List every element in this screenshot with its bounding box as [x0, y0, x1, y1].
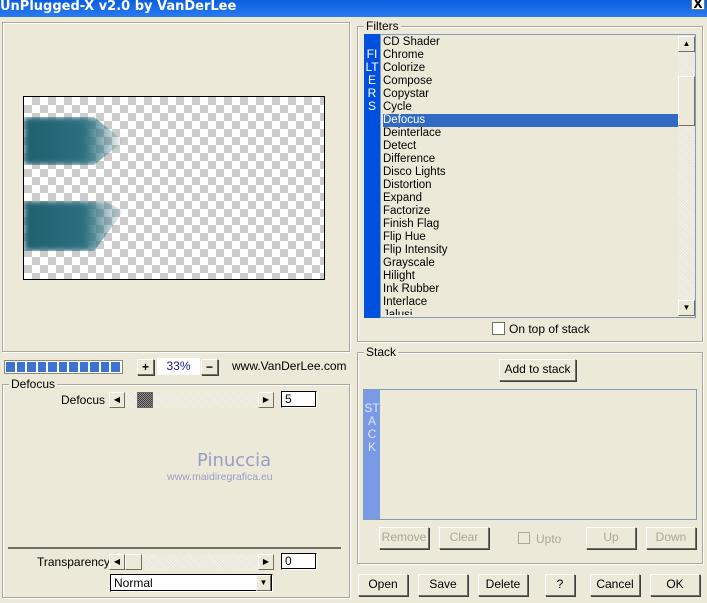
- preview-shape-bottom: [24, 201, 124, 251]
- preview-shape-top: [24, 117, 124, 165]
- zoom-in-button[interactable]: +: [137, 359, 154, 375]
- scroll-thumb[interactable]: [678, 76, 695, 126]
- add-to-stack-button[interactable]: Add to stack: [499, 359, 576, 381]
- defocus-slider-thumb[interactable]: [137, 392, 153, 408]
- defocus-left-arrow[interactable]: ◀: [109, 392, 125, 408]
- help-button[interactable]: ?: [545, 574, 575, 596]
- stack-list[interactable]: STACK: [363, 389, 697, 520]
- filter-item[interactable]: Distortion: [383, 179, 678, 192]
- filter-item[interactable]: Disco Lights: [383, 166, 678, 179]
- open-button[interactable]: Open: [358, 574, 408, 596]
- zoom-out-button[interactable]: −: [201, 359, 218, 375]
- progress-segment: [37, 362, 46, 372]
- transparency-value-input[interactable]: 0: [281, 553, 317, 570]
- filter-item[interactable]: Jalusi: [383, 309, 678, 315]
- filter-item[interactable]: Compose: [383, 75, 678, 88]
- filter-item[interactable]: Colorize: [383, 62, 678, 75]
- remove-button[interactable]: Remove: [379, 527, 429, 549]
- filter-item[interactable]: Finish Flag: [383, 218, 678, 231]
- progress-segment: [6, 362, 15, 372]
- ok-button[interactable]: OK: [650, 574, 700, 596]
- filter-item[interactable]: Cycle: [383, 101, 678, 114]
- progress-segment: [100, 362, 109, 372]
- filter-item[interactable]: Defocus: [383, 114, 678, 127]
- chevron-down-icon[interactable]: ▼: [256, 575, 271, 591]
- filter-item[interactable]: Difference: [383, 153, 678, 166]
- delete-button[interactable]: Delete: [478, 574, 528, 596]
- filter-item[interactable]: Copystar: [383, 88, 678, 101]
- filter-item[interactable]: Ink Rubber: [383, 283, 678, 296]
- progress-bar: [4, 360, 123, 374]
- divider: [8, 547, 341, 549]
- up-button[interactable]: Up: [586, 527, 636, 549]
- preview-image[interactable]: [23, 96, 325, 280]
- transparency-slider-track[interactable]: [125, 554, 258, 570]
- progress-segment: [111, 362, 120, 372]
- stack-side-label: STACK: [364, 390, 380, 519]
- defocus-label: Defocus: [61, 393, 106, 407]
- filter-item[interactable]: CD Shader: [383, 36, 678, 49]
- filter-item[interactable]: Hilight: [383, 270, 678, 283]
- transparency-left-arrow[interactable]: ◀: [109, 554, 125, 570]
- window-title: UnPlugged-X v2.0 by VanDerLee: [0, 0, 237, 14]
- zoom-level: 33%: [157, 358, 200, 375]
- upto-label: Upto: [536, 532, 562, 546]
- watermark-url: www.maidiregrafica.eu: [167, 471, 273, 483]
- filters-group-label: Filters: [364, 19, 401, 33]
- clear-button[interactable]: Clear: [439, 527, 489, 549]
- progress-segment: [27, 362, 36, 372]
- filter-item[interactable]: Grayscale: [383, 257, 678, 270]
- progress-segment: [48, 362, 57, 372]
- down-button[interactable]: Down: [646, 527, 696, 549]
- filter-item[interactable]: Chrome: [383, 49, 678, 62]
- filter-item[interactable]: Expand: [383, 192, 678, 205]
- filters-scrollbar[interactable]: ▲ ▼: [678, 36, 695, 316]
- website-link[interactable]: www.VanDerLee.com: [232, 359, 347, 373]
- on-top-checkbox[interactable]: [492, 322, 505, 335]
- filter-item[interactable]: Deinterlace: [383, 127, 678, 140]
- progress-segment: [16, 362, 25, 372]
- params-group-label: Defocus: [9, 377, 58, 391]
- transparency-right-arrow[interactable]: ▶: [258, 554, 274, 570]
- blend-mode-select[interactable]: Normal ▼: [110, 574, 273, 592]
- stack-group-label: Stack: [364, 345, 399, 359]
- save-button[interactable]: Save: [418, 574, 468, 596]
- defocus-slider-track[interactable]: [125, 392, 258, 408]
- upto-checkbox[interactable]: [518, 532, 530, 544]
- filter-item[interactable]: Detect: [383, 140, 678, 153]
- scroll-up-icon[interactable]: ▲: [678, 36, 695, 52]
- filters-side-label: FILTERS: [364, 34, 380, 318]
- defocus-value-input[interactable]: 5: [281, 391, 317, 408]
- progress-segment: [90, 362, 99, 372]
- filter-item[interactable]: Flip Intensity: [383, 244, 678, 257]
- close-button[interactable]: X: [691, 0, 705, 11]
- filter-item[interactable]: Interlace: [383, 296, 678, 309]
- progress-segment: [58, 362, 67, 372]
- blend-mode-value: Normal: [114, 576, 153, 590]
- filter-item[interactable]: Flip Hue: [383, 231, 678, 244]
- transparency-slider-thumb[interactable]: [125, 554, 142, 570]
- progress-segment: [69, 362, 78, 372]
- scroll-down-icon[interactable]: ▼: [678, 300, 695, 316]
- watermark-name: Pinuccia: [197, 450, 272, 471]
- progress-segment: [79, 362, 88, 372]
- cancel-button[interactable]: Cancel: [590, 574, 640, 596]
- filter-item[interactable]: Factorize: [383, 205, 678, 218]
- title-bar: UnPlugged-X v2.0 by VanDerLee X: [0, 0, 707, 17]
- transparency-label: Transparency: [37, 555, 110, 569]
- defocus-right-arrow[interactable]: ▶: [258, 392, 274, 408]
- on-top-label: On top of stack: [509, 322, 590, 336]
